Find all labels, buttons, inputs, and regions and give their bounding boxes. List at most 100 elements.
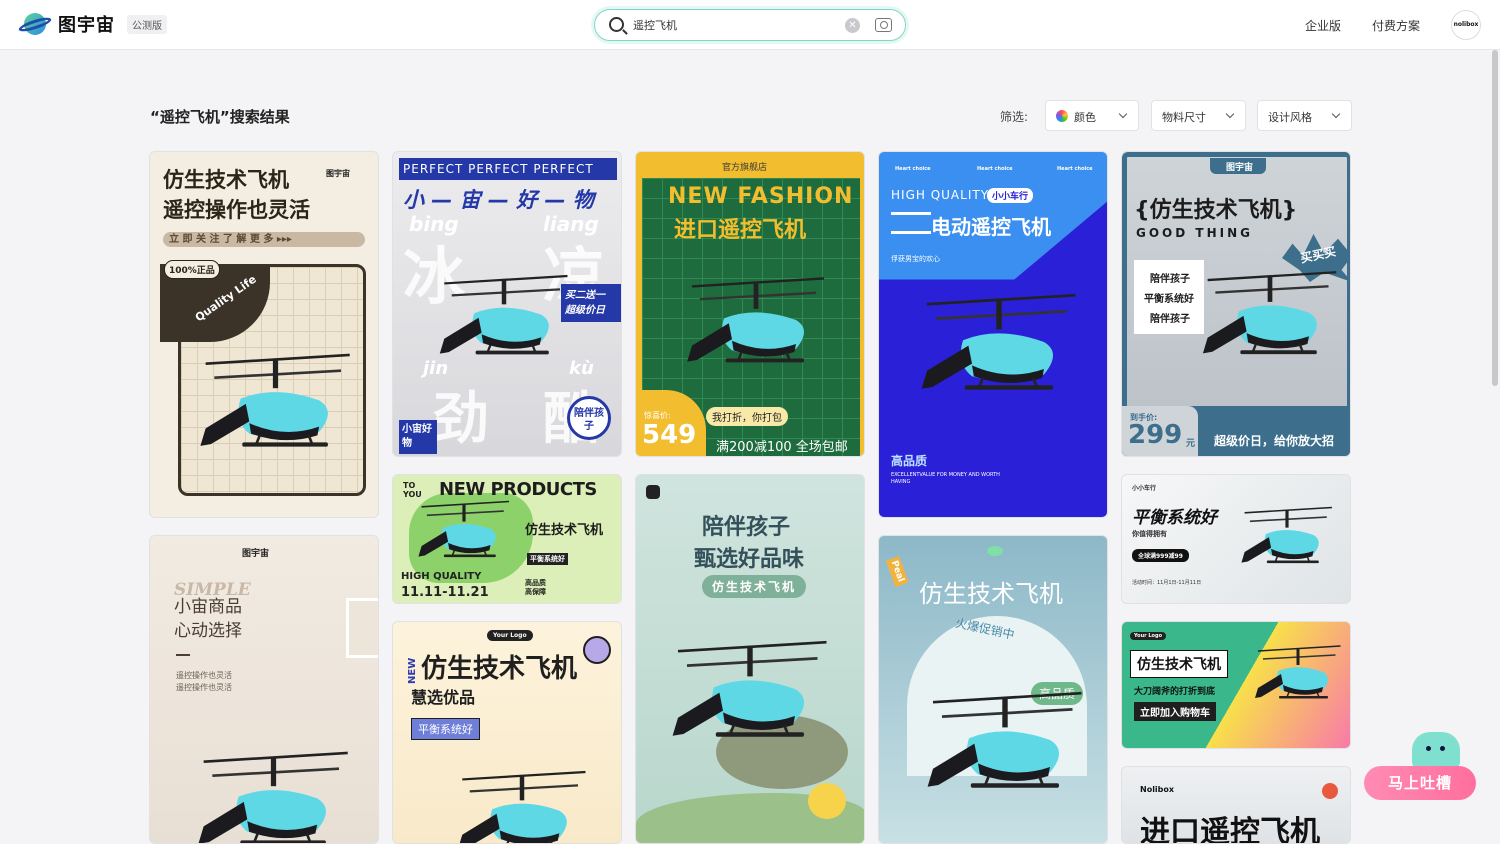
filter-size-dropdown[interactable]: 物料尺寸: [1151, 100, 1246, 131]
card-top-text: PERFECT PERFECT PERFECT: [403, 162, 594, 176]
mascot-icon: [1412, 732, 1460, 768]
card-text: 遥控操作也灵活: [176, 683, 232, 692]
card-logo: Your Logo: [1130, 632, 1166, 640]
card-title: 仿生技术飞机: [163, 168, 289, 192]
card-date: 活动时间：11月1日-11月11日: [1132, 580, 1202, 586]
card-quality: 高品质: [891, 454, 928, 468]
card-subtitle: 大刀阔斧的打折到底: [1134, 687, 1216, 697]
card-title: 仿生技术飞机: [421, 654, 578, 684]
scrollbar[interactable]: [1492, 50, 1498, 386]
clear-icon[interactable]: ✕: [845, 18, 860, 33]
card-subtitle: 仿生技术飞机: [525, 523, 604, 538]
template-card-5[interactable]: 图宇宙 {仿生技术飞机} GOOD THING 买买买 陪伴孩子 平衡系统好 陪…: [1121, 151, 1351, 457]
template-card-9[interactable]: 陪伴孩子 甄选好品味 仿生技术飞机: [635, 474, 865, 844]
card-title: 电动遥控飞机: [931, 215, 1051, 239]
card-price: 549: [642, 420, 697, 450]
brand-name: 图宇宙: [58, 15, 115, 36]
card-quality: 高品质 高保障: [525, 579, 546, 596]
card-corner-label: 小宙好物: [399, 420, 437, 454]
chevron-down-icon: [1331, 109, 1341, 119]
helicopter-image: [447, 766, 597, 844]
chevron-down-icon: [1225, 109, 1235, 119]
nav-pricing[interactable]: 付费方案: [1372, 17, 1420, 34]
card-circle-badge: 陪伴孩子: [567, 396, 611, 440]
card-tag: 仿生技术飞机: [702, 575, 807, 598]
camera-icon[interactable]: [875, 18, 892, 32]
template-card-8[interactable]: Your Logo NEW 仿生技术飞机 慧选优品 平衡系统好: [392, 621, 622, 844]
helicopter-image: [660, 635, 840, 770]
search-box[interactable]: ✕: [594, 9, 906, 41]
card-title: 进口遥控飞机: [674, 218, 807, 243]
card-title: 小 — 宙 — 好 — 物: [403, 188, 594, 212]
card-price: 299: [1128, 420, 1183, 450]
helicopter-image: [1248, 642, 1348, 717]
brand-logo[interactable]: 图宇宙 公测版: [17, 10, 167, 38]
card-promo: 超级价日，给你放大招: [1214, 434, 1335, 448]
card-title: 陪伴孩子: [702, 515, 791, 540]
template-card-3[interactable]: 官方旗舰店 NEW FASHION 进口遥控飞机 惊喜价: 549 我打折，你打…: [635, 151, 865, 457]
template-card-1[interactable]: 仿生技术飞机 遥控操作也灵活 图宇宙 立 即 关 注 了 解 更 多 ▸▸▸ Q…: [149, 151, 379, 518]
search-icon[interactable]: [609, 17, 624, 32]
card-big-char: 劲: [433, 387, 489, 452]
picture-frame: [346, 598, 378, 658]
card-small-text: EXCELLENTVALUE FOR MONEY AND WORTH HAVIN…: [891, 472, 1000, 485]
helicopter-image: [676, 272, 836, 392]
card-top-text: Heart choice: [895, 166, 931, 172]
template-card-11[interactable]: 小小车行 平衡系统好 你值得拥有 全球满999减99 活动时间：11月1日-11…: [1121, 474, 1351, 604]
card-en-text: GOOD THING: [1136, 226, 1253, 240]
search-input[interactable]: [633, 16, 833, 34]
filter-style-label: 设计风格: [1268, 111, 1312, 124]
card-cta: 立即加入购物车: [1134, 702, 1216, 721]
template-card-2[interactable]: PERFECT PERFECT PERFECT 小 — 宙 — 好 — 物 bi…: [392, 151, 622, 457]
beta-badge: 公测版: [127, 14, 167, 34]
filter-color-label: 颜色: [1074, 111, 1096, 124]
avatar[interactable]: nolibox: [1451, 10, 1481, 40]
nav-enterprise[interactable]: 企业版: [1305, 17, 1341, 34]
wave-icon: [891, 212, 931, 234]
card-title: 仿生技术飞机: [919, 580, 1063, 608]
card-side-text: NEW: [407, 657, 418, 684]
card-date: 11.11-11.21: [401, 585, 489, 600]
feedback-button[interactable]: 马上吐槽: [1364, 766, 1476, 800]
card-tag: 平衡系统好: [527, 553, 568, 565]
helicopter-image: [1234, 503, 1340, 583]
card-list-item: 陪伴孩子: [1150, 314, 1190, 325]
filter-color-dropdown[interactable]: 颜色: [1045, 100, 1139, 131]
top-bar: 图宇宙 公测版 ✕ 企业版 付费方案 nolibox: [0, 0, 1500, 50]
card-logo: 图宇宙: [242, 549, 270, 559]
smiley-icon: [583, 636, 611, 664]
card-subtitle: 心动选择: [174, 621, 242, 641]
card-logo: Nolibox: [1140, 785, 1175, 794]
duck-icon: [808, 783, 846, 819]
helicopter-image: [186, 746, 361, 844]
card-tag: 平衡系统好: [411, 718, 480, 740]
card-pill: 全球满999减99: [1132, 549, 1189, 562]
card-subtitle: 遥控操作也灵活: [163, 198, 310, 222]
template-card-12[interactable]: Your Logo 仿生技术飞机 大刀阔斧的打折到底 立即加入购物车: [1121, 621, 1351, 749]
card-subtitle: 你值得拥有: [1132, 530, 1167, 538]
card-divider: [176, 654, 190, 656]
template-card-6[interactable]: 图宇宙 SIMPLE 小宙商品 心动选择 遥控操作也灵活 遥控操作也灵活: [149, 535, 379, 844]
template-card-10[interactable]: Peal 仿生技术飞机 火爆促销中 高品质: [878, 535, 1108, 844]
planet-icon: [987, 546, 1003, 556]
card-en-text: HIGH QUALITY: [891, 188, 990, 202]
helicopter-image: [909, 288, 1089, 423]
card-title: 仿生技术飞机: [1130, 650, 1228, 678]
card-bubble: 我打折，你打包: [706, 407, 788, 426]
template-card-7[interactable]: TO YOU NEW PRODUCTS 仿生技术飞机 平衡系统好 HIGH QU…: [392, 474, 622, 604]
card-top-text: Heart choice: [1057, 166, 1093, 172]
card-title: 小宙商品: [174, 597, 242, 617]
template-card-4[interactable]: Heart choice Heart choice Heart choice H…: [878, 151, 1108, 518]
color-wheel-icon: [1056, 110, 1068, 122]
page-title: “遥控飞机”搜索结果: [150, 108, 290, 126]
helicopter-image: [411, 497, 517, 577]
template-card-13[interactable]: Nolibox 进口遥控飞机: [1121, 766, 1351, 844]
card-title: {仿生技术飞机}: [1134, 198, 1298, 223]
card-title-en: NEW FASHION: [668, 184, 854, 209]
card-list-item: 平衡系统好: [1144, 294, 1194, 305]
card-subtitle: 甄选好品味: [694, 547, 805, 572]
flower-icon: [1322, 783, 1338, 799]
chevron-down-icon: [1118, 109, 1128, 119]
helicopter-image: [429, 270, 579, 382]
filter-style-dropdown[interactable]: 设计风格: [1257, 100, 1352, 131]
